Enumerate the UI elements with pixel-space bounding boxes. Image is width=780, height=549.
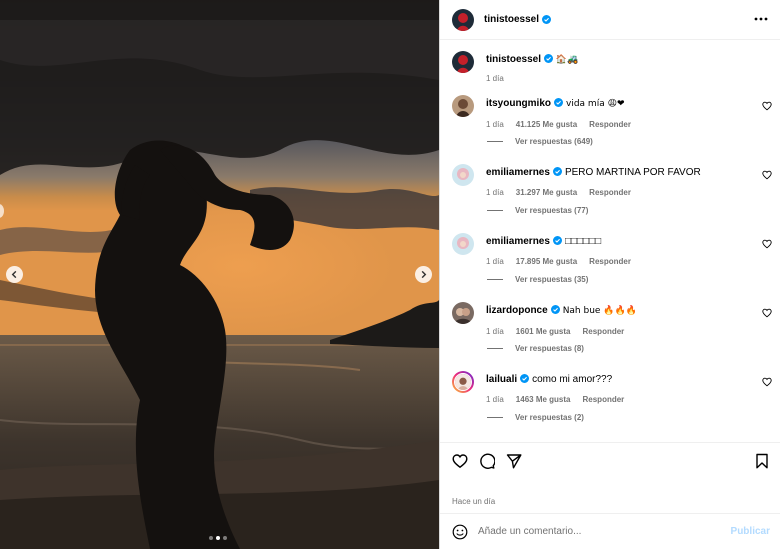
commenter-username[interactable]: itsyoungmiko	[486, 98, 551, 109]
post-photo[interactable]	[0, 0, 439, 549]
comment-item: lizardoponce Nah bue 🔥🔥🔥 1 día 1601 Me gus…	[452, 302, 772, 353]
commenter-username[interactable]: emiliamernes	[486, 167, 550, 178]
verified-badge-icon	[552, 167, 562, 176]
commenter-avatar[interactable]	[452, 95, 474, 117]
heart-icon[interactable]	[762, 170, 772, 180]
replies-divider	[487, 210, 503, 211]
view-replies-label: Ver respuestas (2)	[515, 413, 584, 422]
bookmark-icon[interactable]	[754, 453, 770, 469]
carousel-dot	[223, 536, 227, 540]
reply-button[interactable]: Responder	[583, 395, 625, 404]
carousel-prev-button[interactable]	[6, 266, 23, 283]
chevron-left-icon	[11, 270, 17, 279]
author-username[interactable]: tinistoessel	[484, 14, 539, 25]
post-timestamp[interactable]: Hace un día	[452, 497, 495, 506]
verified-badge-icon	[554, 98, 564, 107]
comment-time[interactable]: 1 día	[486, 188, 504, 197]
instagram-post-view: tinistoessel tinistoessel 🏠🚜 1 día itsyo…	[0, 0, 780, 549]
view-replies-label: Ver respuestas (8)	[515, 344, 584, 353]
smiley-icon[interactable]	[452, 524, 468, 540]
chevron-right-icon	[421, 270, 427, 279]
comment-item: itsyoungmiko vida mía 😩❤ 1 día 41.125 Me g…	[452, 95, 772, 146]
comment-text: vida mía 😩❤	[566, 99, 625, 109]
caption-text: 🏠🚜	[555, 55, 579, 65]
comment-bubble-icon[interactable]	[479, 453, 495, 469]
carousel-dot-active	[216, 536, 220, 540]
post-caption: tinistoessel 🏠🚜 1 día	[452, 51, 578, 83]
post-actions: Hace un día	[440, 442, 780, 506]
verified-badge-icon	[550, 305, 560, 314]
comment-likes[interactable]: 1463 Me gusta	[516, 395, 571, 404]
commenter-username[interactable]: lizardoponce	[486, 305, 548, 316]
view-replies-button[interactable]: Ver respuestas (35)	[487, 275, 588, 284]
commenter-avatar[interactable]	[452, 302, 474, 324]
heart-icon[interactable]	[762, 101, 772, 111]
paper-plane-icon[interactable]	[506, 453, 522, 469]
caption-time[interactable]: 1 día	[486, 74, 504, 83]
comment-likes[interactable]: 31.297 Me gusta	[516, 188, 577, 197]
view-replies-button[interactable]: Ver respuestas (8)	[487, 344, 584, 353]
comment-likes[interactable]: 1601 Me gusta	[516, 327, 571, 336]
reply-button[interactable]: Responder	[589, 120, 631, 129]
replies-divider	[487, 417, 503, 418]
comment-input[interactable]	[478, 526, 708, 537]
caption-username[interactable]: tinistoessel	[486, 54, 541, 65]
view-replies-label: Ver respuestas (77)	[515, 206, 589, 215]
comment-time[interactable]: 1 día	[486, 257, 504, 266]
verified-badge-icon	[542, 15, 552, 24]
commenter-username[interactable]: lailuali	[486, 374, 517, 385]
post-sidebar: tinistoessel tinistoessel 🏠🚜 1 día itsyo…	[439, 0, 780, 549]
view-replies-button[interactable]: Ver respuestas (649)	[487, 137, 593, 146]
heart-icon[interactable]	[762, 308, 772, 318]
view-replies-button[interactable]: Ver respuestas (2)	[487, 413, 584, 422]
comments-list[interactable]: tinistoessel 🏠🚜 1 día itsyoungmiko vida m…	[440, 41, 780, 441]
comment-likes[interactable]: 41.125 Me gusta	[516, 120, 577, 129]
verified-badge-icon	[544, 54, 554, 63]
comment-text: PERO MARTINA POR FAVOR	[564, 167, 701, 178]
comment-text: Nah bue 🔥🔥🔥	[562, 306, 637, 316]
commenter-avatar-story-ring[interactable]	[452, 371, 474, 393]
replies-divider	[487, 141, 503, 142]
comment-text: como mi amor???	[532, 374, 613, 385]
heart-icon[interactable]	[452, 453, 468, 469]
comment-time[interactable]: 1 día	[486, 120, 504, 129]
author-avatar[interactable]	[452, 8, 474, 31]
carousel-indicator	[209, 536, 227, 540]
replies-divider	[487, 279, 503, 280]
commenter-avatar[interactable]	[452, 164, 474, 186]
carousel-next-button[interactable]	[415, 266, 432, 283]
commenter-username[interactable]: emiliamernes	[486, 236, 550, 247]
view-replies-label: Ver respuestas (35)	[515, 275, 589, 284]
view-replies-label: Ver respuestas (649)	[515, 137, 593, 146]
replies-divider	[487, 348, 503, 349]
comment-likes[interactable]: 17.895 Me gusta	[516, 257, 577, 266]
reply-button[interactable]: Responder	[589, 188, 631, 197]
more-horizontal-icon[interactable]	[754, 12, 768, 26]
heart-icon[interactable]	[762, 377, 772, 387]
comment-text: □□□□□□	[564, 236, 602, 247]
comment-item: emiliamernes □□□□□□ 1 día 17.895 Me gusta R…	[452, 233, 772, 284]
verified-badge-icon	[520, 374, 530, 383]
publish-button[interactable]: Publicar	[731, 526, 770, 537]
verified-badge-icon	[552, 236, 562, 245]
heart-icon[interactable]	[762, 239, 772, 249]
comment-composer: Publicar	[440, 513, 780, 549]
commenter-avatar[interactable]	[452, 233, 474, 255]
comment-time[interactable]: 1 día	[486, 395, 504, 404]
view-replies-button[interactable]: Ver respuestas (77)	[487, 206, 588, 215]
post-header: tinistoessel	[440, 0, 780, 40]
caption-avatar[interactable]	[452, 51, 474, 73]
comment-item: emiliamernes PERO MARTINA POR FAVOR 1 día…	[452, 164, 772, 215]
carousel-dot	[209, 536, 213, 540]
reply-button[interactable]: Responder	[589, 257, 631, 266]
reply-button[interactable]: Responder	[583, 327, 625, 336]
comment-time[interactable]: 1 día	[486, 327, 504, 336]
comment-item: lailuali como mi amor??? 1 día 1463 Me gus…	[452, 371, 772, 422]
sunset-silhouette-image	[0, 0, 439, 549]
